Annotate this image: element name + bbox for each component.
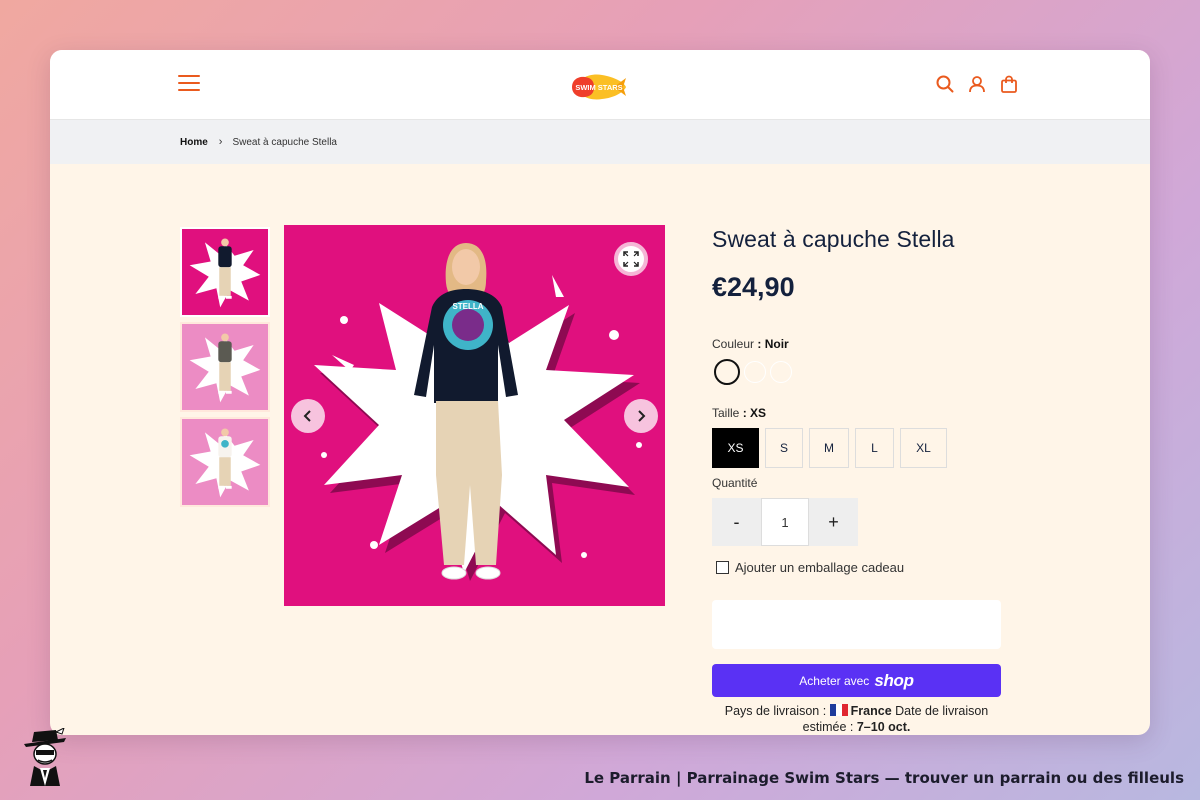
chevron-right-icon (638, 410, 646, 422)
delivery-date: 7–10 oct. (856, 720, 911, 734)
size-option-m[interactable]: M (809, 428, 849, 468)
thumbnail-grey[interactable] (180, 322, 270, 412)
chevron-right-icon: › (218, 136, 223, 148)
swim-stars-logo[interactable]: SWIM STARS (570, 70, 628, 104)
quantity-input[interactable] (761, 498, 809, 546)
color-label-text: Couleur (712, 337, 755, 351)
bag-icon[interactable] (1000, 75, 1018, 93)
quantity-stepper: - + (712, 498, 858, 546)
product-photo: STELLA (284, 225, 665, 606)
shipping-country: France (850, 704, 892, 718)
expand-icon[interactable] (614, 242, 648, 276)
shipping-country-label: Pays de livraison : (724, 704, 827, 718)
quantity-label: Quantité (712, 476, 758, 490)
size-value: : XS (742, 406, 767, 420)
size-option-xl[interactable]: XL (900, 428, 947, 468)
quantity-decrease-button[interactable]: - (712, 498, 761, 546)
size-label: Taille : XS (712, 406, 766, 420)
search-icon[interactable] (936, 75, 954, 93)
next-image-button[interactable] (624, 399, 658, 433)
color-label: Couleur : Noir (712, 337, 789, 351)
size-selector: XS S M L XL (712, 428, 947, 468)
size-label-text: Taille (712, 406, 740, 420)
logo-text: SWIM STARS (575, 83, 622, 92)
size-option-xs[interactable]: XS (712, 428, 759, 468)
header-actions (936, 75, 1018, 93)
thumbnail-black[interactable] (180, 227, 270, 317)
shop-pay-button[interactable]: Acheter avec shop (712, 664, 1001, 697)
color-value: : Noir (757, 337, 789, 351)
mascot-logo (24, 728, 66, 786)
color-swatches (714, 359, 792, 385)
thumbnail-white[interactable] (180, 417, 270, 507)
product-price: €24,90 (712, 272, 795, 302)
account-icon[interactable] (968, 75, 986, 93)
product-title: Sweat à capuche Stella (712, 226, 955, 252)
size-option-s[interactable]: S (765, 428, 803, 468)
breadcrumb-current: Sweat à capuche Stella (232, 136, 337, 148)
browser-window: SWIM STARS Home › Sweat à capuche Stella (50, 50, 1150, 735)
site-header: SWIM STARS (50, 50, 1150, 120)
gift-wrap-label[interactable]: Ajouter un emballage cadeau (735, 560, 904, 575)
color-swatch-white[interactable] (744, 361, 766, 383)
gift-wrap-checkbox[interactable] (716, 561, 729, 574)
product-main-image[interactable]: STELLA (284, 225, 665, 606)
gift-wrap-option: Ajouter un emballage cadeau (716, 560, 904, 575)
breadcrumb-home-link[interactable]: Home (180, 137, 208, 148)
previous-image-button[interactable] (291, 399, 325, 433)
size-option-l[interactable]: L (855, 428, 894, 468)
hoodie-print-text: STELLA (452, 302, 483, 311)
add-to-cart-area[interactable] (712, 600, 1001, 649)
color-swatch-black[interactable] (714, 359, 740, 385)
shop-pay-label: Acheter avec (799, 673, 870, 688)
menu-icon[interactable] (178, 75, 200, 95)
footer-caption: Le Parrain | Parrainage Swim Stars — tro… (584, 769, 1184, 787)
quantity-increase-button[interactable]: + (809, 498, 858, 546)
shop-logo: shop (874, 670, 914, 690)
shipping-info: Pays de livraison : France Date de livra… (712, 703, 1001, 735)
breadcrumb: Home › Sweat à capuche Stella (50, 120, 1150, 164)
chevron-left-icon (303, 410, 311, 422)
color-swatch-white-2[interactable] (770, 361, 792, 383)
france-flag-icon (829, 704, 848, 716)
